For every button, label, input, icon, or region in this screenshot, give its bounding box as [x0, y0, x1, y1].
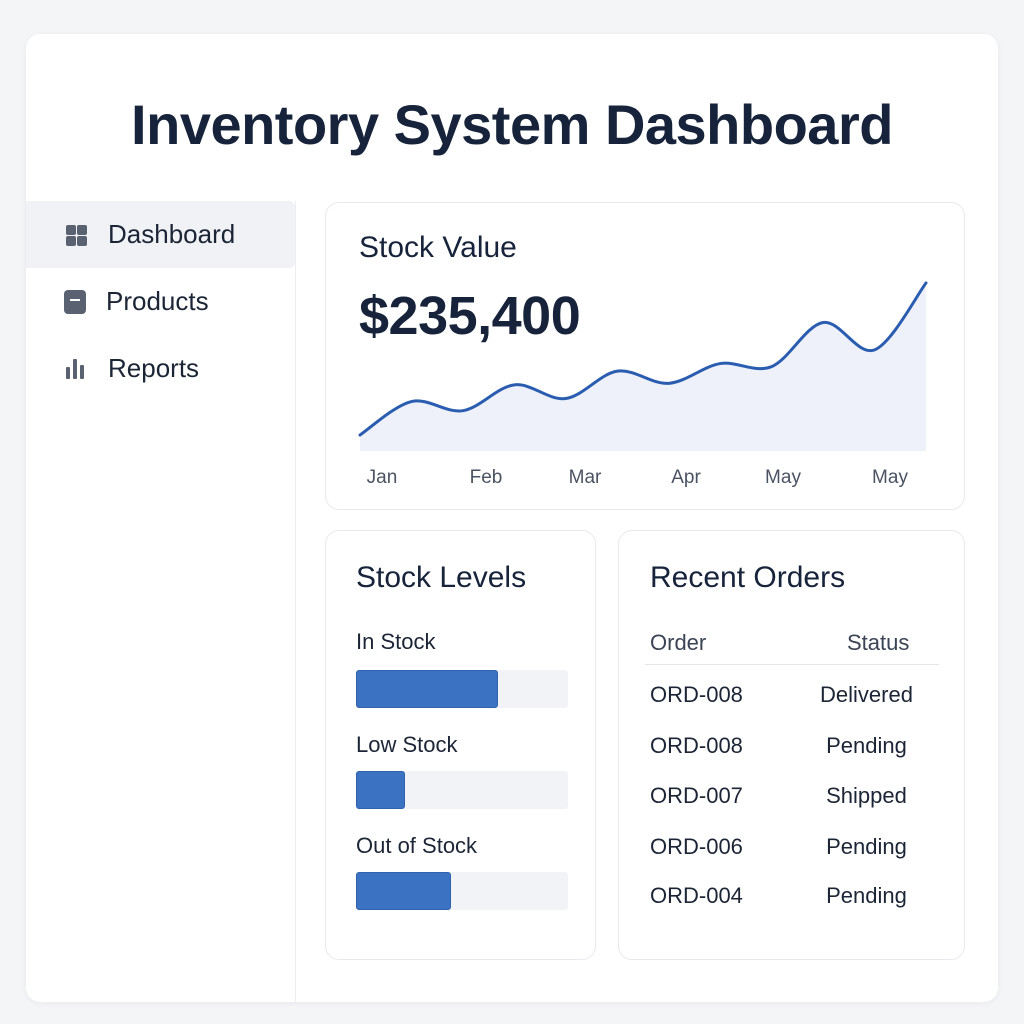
order-status: Shipped [826, 783, 907, 808]
stock-levels-panel: Stock Levels In Stock Low Stock Out of S… [325, 530, 596, 960]
sidebar-item-label: Dashboard [108, 219, 236, 249]
column-header-status[interactable]: Status [847, 630, 909, 656]
stock-value-panel: Stock Value $235,400 Jan Feb Mar Apr May May [325, 202, 965, 510]
x-tick-label: Mar [569, 467, 602, 488]
order-id: ORD-008 [650, 682, 743, 707]
recent-orders-title: Recent Orders [650, 561, 846, 594]
stock-level-bar [356, 872, 568, 910]
card-icon [64, 289, 86, 314]
stock-level-bar-fill [356, 872, 452, 910]
recent-orders-panel: Recent Orders Order Status ORD-008 Deliv… [618, 530, 965, 960]
order-id: ORD-006 [650, 834, 743, 859]
table-row[interactable]: ORD-006 Pending [619, 834, 964, 864]
table-row[interactable]: ORD-008 Delivered [619, 682, 964, 712]
sidebar-item-products[interactable]: Products [26, 268, 295, 335]
stock-level-bar-fill [356, 771, 405, 809]
stock-level-label: In Stock [356, 629, 436, 654]
sidebar-item-reports[interactable]: Reports [26, 335, 295, 402]
stock-levels-title: Stock Levels [356, 561, 527, 594]
order-id: ORD-004 [650, 883, 743, 908]
sidebar-item-dashboard[interactable]: Dashboard [26, 201, 295, 268]
page-title: Inventory System Dashboard [131, 93, 893, 156]
dashboard-window: Inventory System Dashboard Dashboard Pro… [26, 34, 998, 1002]
order-id: ORD-007 [650, 783, 743, 808]
sidebar-item-label: Reports [108, 353, 200, 383]
grid-icon [64, 223, 88, 247]
stock-level-label: Out of Stock [356, 833, 478, 858]
x-tick-label: Jan [367, 467, 398, 488]
stock-level-bar [356, 771, 568, 809]
table-divider [645, 664, 939, 665]
order-status: Pending [826, 883, 907, 908]
sidebar: Dashboard Products Reports [26, 201, 296, 1002]
table-row[interactable]: ORD-008 Pending [619, 733, 964, 763]
x-tick-label: May [872, 467, 908, 488]
order-status: Pending [826, 733, 907, 758]
order-status: Delivered [820, 682, 913, 707]
stock-value-chart: Jan Feb Mar Apr May May [358, 281, 928, 488]
order-status: Pending [826, 834, 907, 859]
table-row[interactable]: ORD-007 Shipped [619, 783, 964, 813]
column-header-order[interactable]: Order [650, 630, 706, 656]
order-id: ORD-008 [650, 733, 743, 758]
stock-level-label: Low Stock [356, 732, 458, 757]
chart-area-fill [360, 283, 926, 451]
bar-chart-icon [64, 357, 88, 381]
sidebar-item-label: Products [106, 286, 209, 316]
stock-level-bar [356, 670, 568, 708]
x-tick-label: Feb [470, 467, 503, 488]
stock-level-bar-fill [356, 670, 499, 708]
x-tick-label: Apr [671, 467, 701, 488]
table-row[interactable]: ORD-004 Pending [619, 883, 964, 913]
x-tick-label: May [765, 467, 801, 488]
